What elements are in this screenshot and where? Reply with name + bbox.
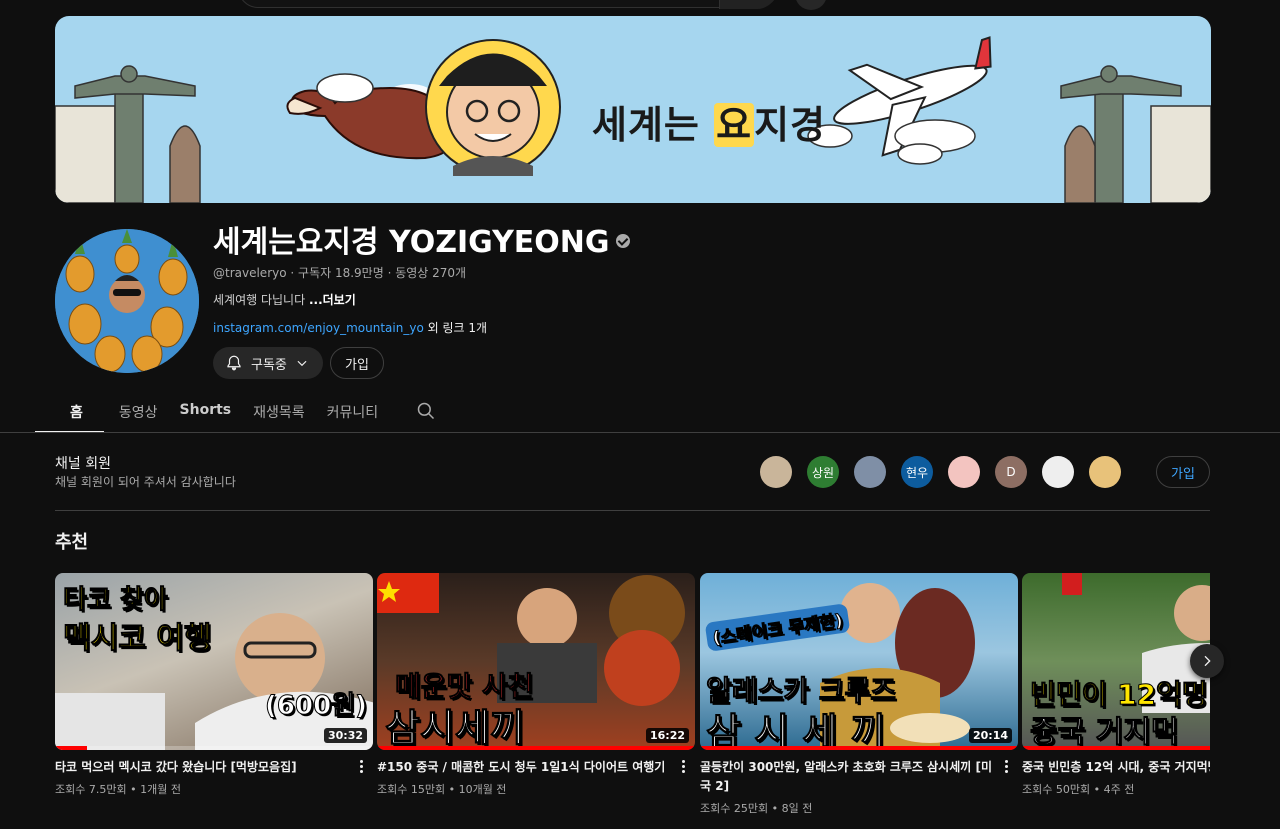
channel-avatar[interactable] (55, 229, 199, 373)
member-avatar[interactable]: 상원 (807, 456, 839, 488)
video-thumbnail[interactable]: 매운맛 사천 삼시세끼 16:22 (377, 573, 695, 750)
progress-bar (55, 746, 87, 750)
tab-community[interactable]: 커뮤니티 (327, 393, 379, 433)
video-count: 동영상 270개 (395, 266, 467, 280)
tabs-divider (0, 432, 1280, 433)
view-count: 조회수 50만회 (1022, 783, 1091, 796)
view-count: 조회수 25만회 (700, 802, 769, 815)
membership-join-button[interactable]: 가입 (1156, 456, 1210, 488)
channel-tabs: 홈 동영상 Shorts 재생목록 커뮤니티 (35, 393, 400, 433)
progress-bar (700, 746, 1018, 750)
channel-banner: 세계는 요지경 (55, 16, 1211, 203)
video-title[interactable]: 타코 먹으러 멕시코 갔다 왔습니다 [먹방모음집] (55, 758, 373, 777)
instagram-link[interactable]: instagram.com/enjoy_mountain_yo (213, 321, 424, 335)
progress-bar (1022, 746, 1210, 750)
tab-videos[interactable]: 동영상 (119, 393, 158, 433)
more-links[interactable]: 외 링크 1개 (428, 321, 487, 335)
section-divider (55, 510, 1210, 511)
voice-search-button[interactable] (795, 0, 827, 10)
search-button[interactable] (719, 0, 777, 9)
progress-bar (377, 746, 695, 750)
thumb-caption-low: 삼시세끼 (385, 706, 526, 751)
thumb-caption-mid: 멕시코 여행 (62, 621, 212, 657)
duration-badge: 30:32 (323, 728, 367, 743)
search-bar[interactable] (238, 0, 778, 9)
video-title[interactable]: #150 중국 / 매콤한 도시 청두 1일1식 다이어트 여행기 (377, 758, 695, 777)
video-thumbnail[interactable]: 빈민이 12억명! 중국 거지먹 (1022, 573, 1210, 750)
member-avatars: 상원 현우 D (760, 456, 1121, 488)
thumb-caption-low: 중국 거지먹 (1029, 715, 1179, 751)
join-button[interactable]: 가입 (330, 347, 384, 379)
more-link[interactable]: ...더보기 (309, 293, 356, 307)
subscribed-button[interactable]: 구독중 (213, 347, 323, 379)
subscriber-count: 구독자 18.9만명 (298, 266, 384, 280)
thumb-caption-low: (600원) (265, 691, 368, 722)
chevron-down-icon (297, 360, 307, 367)
membership-join-label: 가입 (1171, 466, 1195, 482)
upload-age: 8일 전 (781, 802, 813, 815)
tab-shorts[interactable]: Shorts (180, 393, 232, 433)
avatar-art (55, 229, 199, 373)
verified-icon (615, 233, 630, 248)
search-icon[interactable] (416, 401, 436, 421)
membership-subtitle: 채널 회원이 되어 주셔서 감사합니다 (55, 475, 236, 489)
view-count: 조회수 15만회 (377, 783, 446, 796)
banner-title: 세계는 요지경 (592, 103, 827, 147)
channel-page: 세계는 요지경 세계는요지경 YOZIGYEONG @traveleryo · … (0, 0, 1280, 829)
video-card[interactable]: 빈민이 12억명! 중국 거지먹 중국 빈민층 12억 시대, 중국 거지먹방 … (1022, 573, 1210, 797)
video-shelf: 타코 찾아 멕시코 여행 (600원) 30:32 타코 먹으러 멕시코 갔다 … (55, 573, 1210, 829)
more-options-icon[interactable] (675, 756, 691, 776)
video-title[interactable]: 중국 빈민층 12억 시대, 중국 거지먹방 [중국 24] (1022, 758, 1210, 777)
video-meta: 조회수 50만회 • 4주 전 (1022, 783, 1135, 796)
member-avatar[interactable] (948, 456, 980, 488)
description-text: 세계여행 다닙니다 (213, 293, 306, 307)
video-meta: 조회수 25만회 • 8일 전 (700, 802, 813, 815)
upload-age: 4주 전 (1103, 783, 1135, 796)
tab-home[interactable]: 홈 (35, 393, 104, 433)
member-avatar[interactable]: D (995, 456, 1027, 488)
membership-title: 채널 회원 (55, 456, 111, 472)
duration-badge: 20:14 (968, 728, 1012, 743)
video-card[interactable]: 타코 찾아 멕시코 여행 (600원) 30:32 타코 먹으러 멕시코 갔다 … (55, 573, 373, 797)
thumb-caption-top: 타코 찾아 (63, 585, 169, 616)
more-options-icon[interactable] (353, 756, 369, 776)
video-thumbnail[interactable]: (스테이크 무제한) 알래스카 크루즈 삼 시 세 끼 20:14 (700, 573, 1018, 750)
upload-age: 1개월 전 (140, 783, 181, 796)
member-avatar[interactable] (854, 456, 886, 488)
more-options-icon[interactable] (998, 756, 1014, 776)
video-meta: 조회수 15만회 • 10개월 전 (377, 783, 507, 796)
view-count: 조회수 7.5만회 (55, 783, 127, 796)
tab-playlists[interactable]: 재생목록 (253, 393, 305, 433)
video-card[interactable]: 매운맛 사천 삼시세끼 16:22 #150 중국 / 매콤한 도시 청두 1일… (377, 573, 695, 797)
member-avatar[interactable] (1089, 456, 1121, 488)
subscribed-label: 구독중 (251, 357, 287, 373)
bell-icon (227, 355, 241, 371)
member-avatar[interactable]: 현우 (901, 456, 933, 488)
member-avatar[interactable] (760, 456, 792, 488)
duration-badge: 16:22 (645, 728, 689, 743)
channel-meta: @traveleryo · 구독자 18.9만명 · 동영상 270개 (213, 266, 467, 280)
progress-track (55, 746, 373, 750)
channel-description[interactable]: 세계여행 다닙니다 ...더보기 (213, 291, 356, 308)
join-label: 가입 (345, 357, 369, 373)
video-thumbnail[interactable]: 타코 찾아 멕시코 여행 (600원) 30:32 (55, 573, 373, 750)
video-meta: 조회수 7.5만회 • 1개월 전 (55, 783, 181, 796)
channel-links: instagram.com/enjoy_mountain_yo 외 링크 1개 (213, 319, 487, 336)
video-title[interactable]: 골등칸이 300만원, 알래스카 초호화 크루즈 삼시세끼 [미국 2] (700, 758, 1018, 796)
video-card[interactable]: (스테이크 무제한) 알래스카 크루즈 삼 시 세 끼 20:14 골등칸이 3… (700, 573, 1018, 816)
channel-name: 세계는요지경 YOZIGYEONG (213, 217, 630, 261)
channel-handle: @traveleryo (213, 266, 287, 280)
shelf-next-button[interactable] (1190, 644, 1224, 678)
recommended-title: 추천 (55, 532, 89, 553)
upload-age: 10개월 전 (458, 783, 507, 796)
member-avatar[interactable] (1042, 456, 1074, 488)
thumb-caption-low: 삼 시 세 끼 (706, 710, 887, 751)
chevron-right-icon (1204, 655, 1211, 667)
